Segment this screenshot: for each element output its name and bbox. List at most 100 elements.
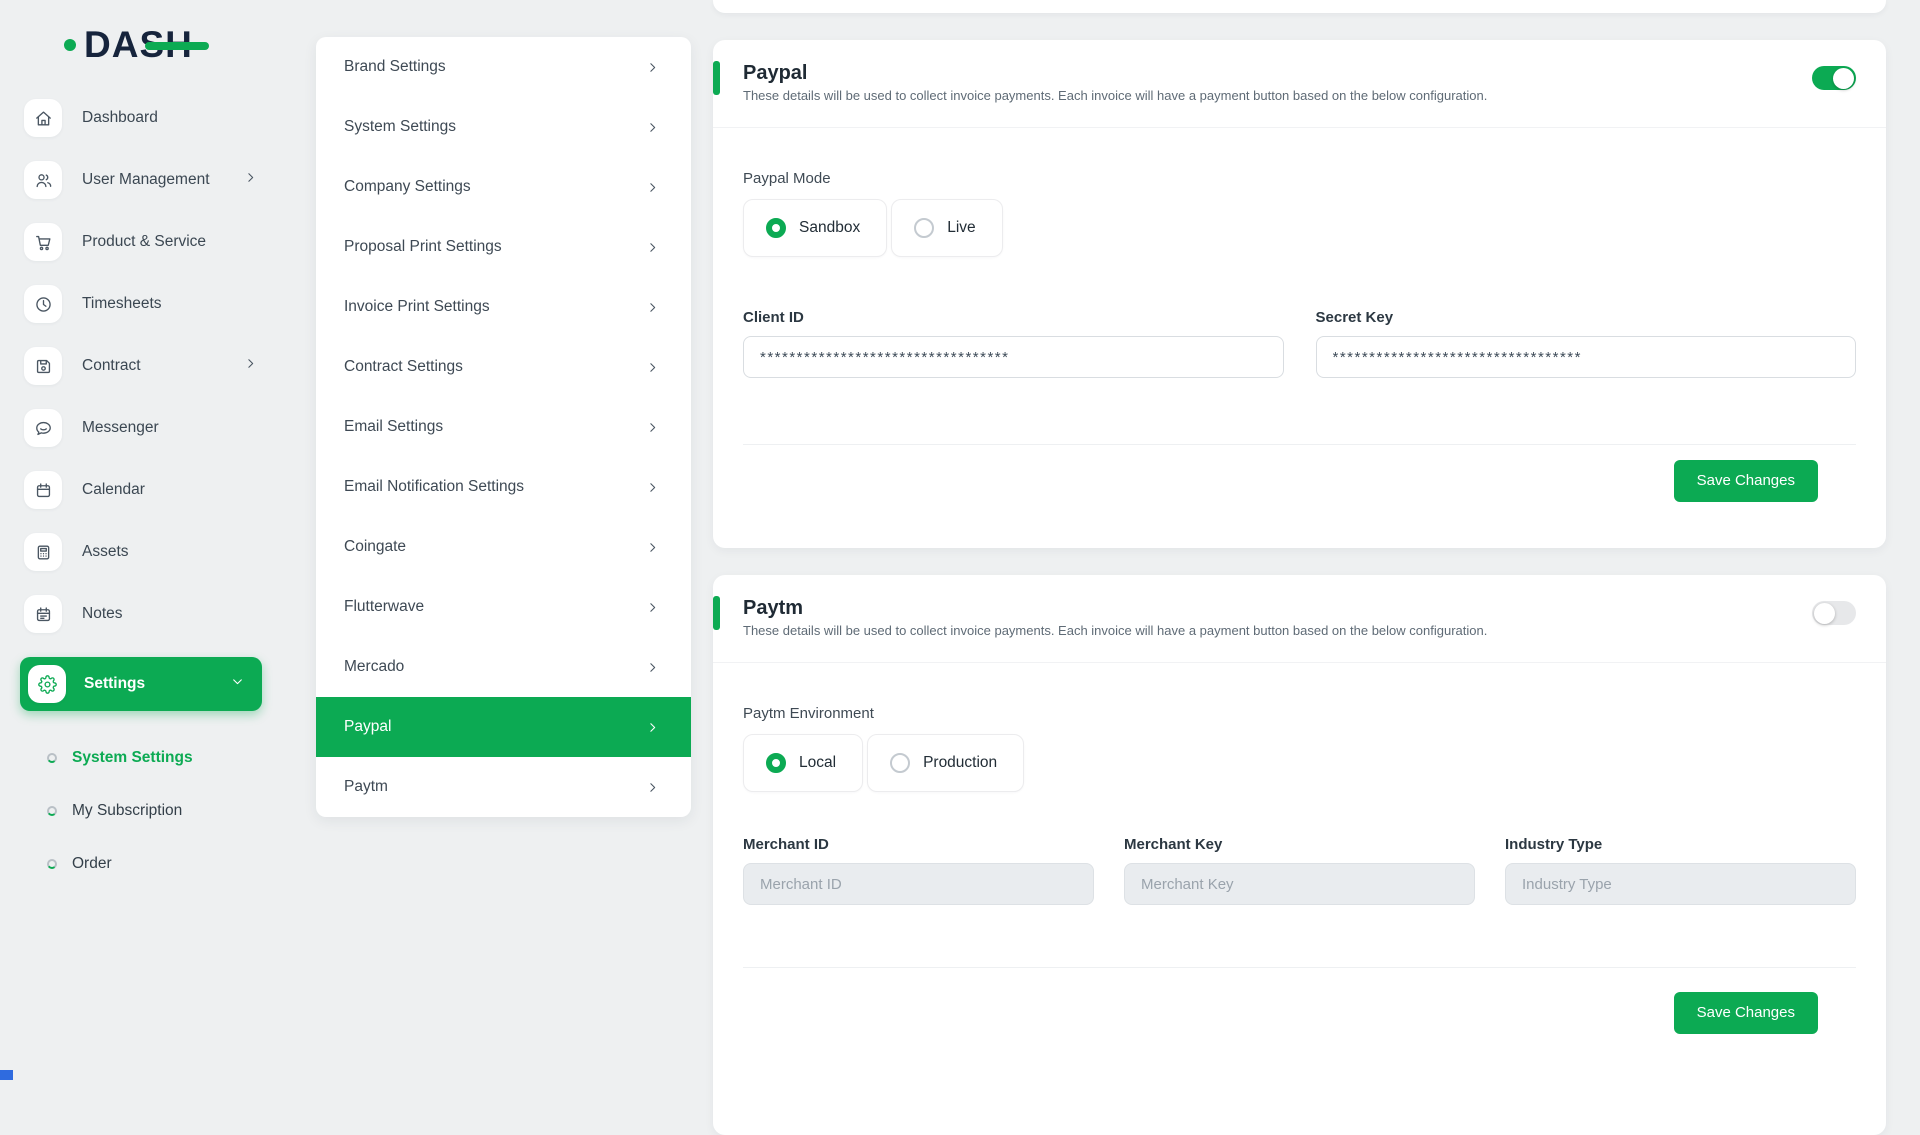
subnav-item-order[interactable]: Order	[0, 837, 285, 890]
paypal-mode-options: Sandbox Live	[743, 199, 1856, 257]
chevron-right-icon	[646, 421, 659, 434]
secret-key-field: Secret Key	[1316, 309, 1857, 378]
sidebar-item-product-service[interactable]: Product & Service	[24, 223, 265, 261]
chevron-right-icon	[646, 361, 659, 374]
calendar-icon	[24, 471, 62, 509]
sidebar: DASH Dashboard User Management Product &…	[0, 0, 285, 1080]
merchant-key-label: Merchant Key	[1124, 836, 1475, 853]
paytm-card-header: Paytm These details will be used to coll…	[713, 575, 1886, 663]
client-id-field: Client ID	[743, 309, 1284, 378]
industry-type-label: Industry Type	[1505, 836, 1856, 853]
calculator-icon	[24, 533, 62, 571]
settings-menu-item-label: Invoice Print Settings	[344, 298, 490, 316]
settings-menu-item-brand-settings[interactable]: Brand Settings	[316, 37, 691, 97]
subnav-item-system-settings[interactable]: System Settings	[0, 731, 285, 784]
settings-menu-item-label: Brand Settings	[344, 58, 446, 76]
radio-unselected-icon[interactable]	[890, 753, 910, 773]
paypal-enabled-toggle[interactable]	[1812, 66, 1856, 90]
gear-icon	[28, 665, 66, 703]
paytm-card-body: Paytm Environment Local Production Merch…	[713, 705, 1886, 1034]
settings-menu-item-contract-settings[interactable]: Contract Settings	[316, 337, 691, 397]
settings-menu-item-paytm[interactable]: Paytm	[316, 757, 691, 817]
paypal-title: Paypal	[743, 60, 1856, 86]
sidebar-item-contract[interactable]: Contract	[24, 347, 265, 385]
settings-menu-panel: Brand Settings System Settings Company S…	[316, 37, 691, 817]
chevron-right-icon	[646, 241, 659, 254]
paytm-description: These details will be used to collect in…	[743, 623, 1856, 638]
paytm-save-button[interactable]: Save Changes	[1674, 992, 1818, 1034]
radio-option-local[interactable]: Local	[743, 734, 863, 792]
sidebar-item-calendar[interactable]: Calendar	[24, 471, 265, 509]
radio-option-sandbox[interactable]: Sandbox	[743, 199, 887, 257]
settings-menu-item-paypal[interactable]: Paypal	[316, 697, 691, 757]
accent-bar	[713, 596, 720, 630]
client-id-input[interactable]	[743, 336, 1284, 378]
sidebar-item-label: User Management	[82, 171, 210, 189]
paytm-card: Paytm These details will be used to coll…	[713, 575, 1886, 1135]
merchant-id-input[interactable]	[743, 863, 1094, 905]
bottom-left-artifact	[0, 1070, 13, 1080]
settings-menu-item-proposal-print-settings[interactable]: Proposal Print Settings	[316, 217, 691, 277]
sidebar-item-notes[interactable]: Notes	[24, 595, 265, 633]
paytm-title: Paytm	[743, 595, 1856, 621]
home-icon	[24, 99, 62, 137]
bullet-icon	[47, 753, 57, 763]
radio-option-label: Sandbox	[799, 219, 860, 237]
chevron-right-icon	[646, 721, 659, 734]
sidebar-item-assets[interactable]: Assets	[24, 533, 265, 571]
radio-option-live[interactable]: Live	[891, 199, 1002, 257]
settings-menu-item-email-settings[interactable]: Email Settings	[316, 397, 691, 457]
radio-option-label: Live	[947, 219, 975, 237]
industry-type-input[interactable]	[1505, 863, 1856, 905]
sidebar-item-settings[interactable]: Settings	[20, 657, 262, 711]
chevron-right-icon	[646, 121, 659, 134]
settings-menu-item-invoice-print-settings[interactable]: Invoice Print Settings	[316, 277, 691, 337]
radio-selected-icon[interactable]	[766, 753, 786, 773]
radio-unselected-icon[interactable]	[914, 218, 934, 238]
settings-menu-item-email-notification-settings[interactable]: Email Notification Settings	[316, 457, 691, 517]
sidebar-item-dashboard[interactable]: Dashboard	[24, 99, 265, 137]
settings-menu-item-label: System Settings	[344, 118, 456, 136]
paypal-save-button[interactable]: Save Changes	[1674, 460, 1818, 502]
settings-menu-item-coingate[interactable]: Coingate	[316, 517, 691, 577]
paytm-enabled-toggle[interactable]	[1812, 601, 1856, 625]
settings-menu-item-mercado[interactable]: Mercado	[316, 637, 691, 697]
toggle-knob	[1833, 68, 1854, 89]
merchant-key-input[interactable]	[1124, 863, 1475, 905]
clock-icon	[24, 285, 62, 323]
subnav-item-label: Order	[72, 855, 112, 873]
sidebar-item-label: Notes	[82, 605, 123, 623]
sidebar-nav: Dashboard User Management Product & Serv…	[0, 99, 285, 890]
paypal-fields-row: Client ID Secret Key	[743, 309, 1856, 378]
floppy-icon	[24, 347, 62, 385]
settings-menu-item-company-settings[interactable]: Company Settings	[316, 157, 691, 217]
bullet-icon	[47, 806, 57, 816]
radio-option-label: Production	[923, 754, 997, 772]
subnav-item-my-subscription[interactable]: My Subscription	[0, 784, 285, 837]
bullet-icon	[47, 859, 57, 869]
settings-menu-item-system-settings[interactable]: System Settings	[316, 97, 691, 157]
sidebar-item-user-management[interactable]: User Management	[24, 161, 265, 199]
sidebar-item-timesheets[interactable]: Timesheets	[24, 285, 265, 323]
paypal-card-body: Paypal Mode Sandbox Live Client ID Secre…	[713, 170, 1886, 502]
secret-key-input[interactable]	[1316, 336, 1857, 378]
radio-selected-icon[interactable]	[766, 218, 786, 238]
radio-option-label: Local	[799, 754, 836, 772]
paypal-card-footer: Save Changes	[743, 444, 1856, 502]
paytm-environment-options: Local Production	[743, 734, 1856, 792]
users-icon	[24, 161, 62, 199]
subnav-item-label: My Subscription	[72, 802, 182, 820]
sidebar-item-label: Settings	[84, 675, 145, 693]
subnav-item-label: System Settings	[72, 749, 193, 767]
industry-type-field: Industry Type	[1505, 836, 1856, 905]
accent-bar	[713, 61, 720, 95]
paypal-card: Paypal These details will be used to col…	[713, 40, 1886, 548]
radio-option-production[interactable]: Production	[867, 734, 1024, 792]
paypal-mode-label: Paypal Mode	[743, 170, 1856, 187]
secret-key-label: Secret Key	[1316, 309, 1857, 326]
chevron-right-icon	[646, 601, 659, 614]
notes-icon	[24, 595, 62, 633]
main-content: Paypal These details will be used to col…	[713, 0, 1886, 1080]
settings-menu-item-flutterwave[interactable]: Flutterwave	[316, 577, 691, 637]
sidebar-item-messenger[interactable]: Messenger	[24, 409, 265, 447]
